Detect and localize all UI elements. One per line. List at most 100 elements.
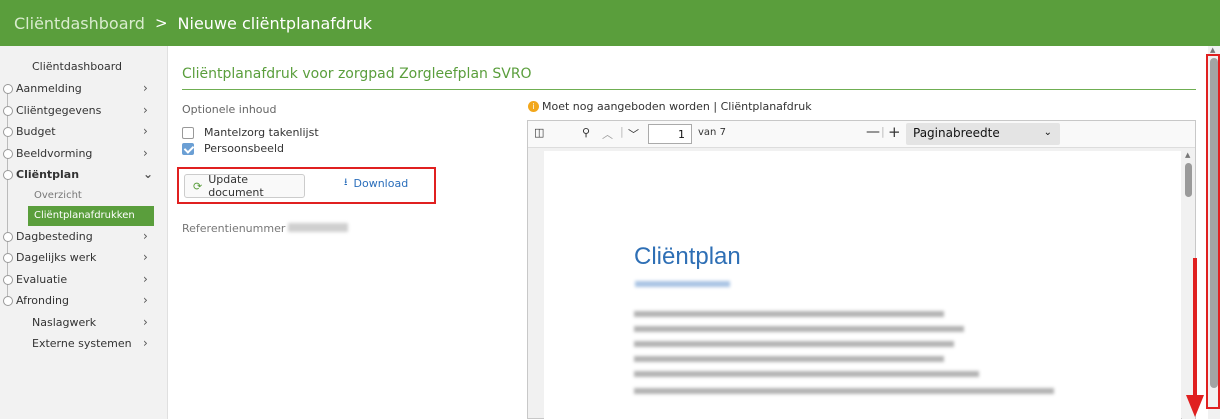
chevron-right-icon: › (143, 81, 148, 95)
breadcrumb-clientdashboard[interactable]: Cliëntdashboard (14, 14, 145, 33)
page-number-input[interactable]: 1 (648, 124, 692, 144)
download-icon: ⭳ (344, 177, 348, 188)
document-text-redacted (634, 326, 964, 332)
info-icon: i (528, 101, 539, 112)
sidebar-toggle-icon[interactable]: ◫ (534, 126, 544, 139)
step-circle-icon (3, 274, 13, 285)
step-circle-icon (3, 170, 13, 180)
sidebar-item-label: Naslagwerk (32, 315, 97, 329)
chevron-right-icon: › (143, 336, 148, 350)
status-notice-text: Moet nog aangeboden worden | Cliëntplana… (542, 100, 812, 113)
zoom-select-value: Paginabreedte (913, 126, 1000, 140)
breadcrumb-separator: > (154, 14, 168, 32)
update-document-label: Update document (208, 173, 264, 199)
refresh-icon: ⟳ (193, 179, 203, 193)
status-notice: i Moet nog aangeboden worden | Cliëntpla… (528, 100, 812, 113)
toolbar-divider: | (620, 125, 624, 138)
checkbox-label: Mantelzorg takenlijst (204, 126, 319, 139)
scroll-up-icon[interactable]: ▲ (1210, 46, 1215, 54)
sidebar-item-label: Budget (16, 125, 56, 139)
document-title: Cliëntplan (634, 243, 741, 270)
chevron-right-icon: › (143, 102, 148, 117)
optional-content-heading: Optionele inhoud (182, 103, 277, 116)
sidebar-item-budget[interactable]: Budget › (0, 121, 168, 143)
next-page-icon[interactable]: ﹀ (628, 126, 639, 142)
zoom-in-icon[interactable]: + (888, 123, 901, 141)
sidebar-item-label: Cliëntgegevens (16, 103, 102, 117)
pdf-scrollbar-thumb[interactable] (1185, 163, 1192, 197)
sidebar-item-label: Cliëntplan (16, 168, 80, 182)
sidebar-item-label: Externe systemen (32, 337, 132, 351)
prev-page-icon[interactable]: ︿ (602, 126, 613, 142)
sidebar-item-beeldvorming[interactable]: Beeldvorming › (0, 143, 168, 165)
sidebar-item-clientplan[interactable]: Cliëntplan ⌄ (0, 164, 168, 186)
chevron-down-icon: ⌄ (143, 167, 154, 181)
top-bar: Cliëntdashboard > Nieuwe cliëntplanafdru… (0, 0, 1220, 46)
annotation-scrollbar-frame (1206, 54, 1220, 409)
sidebar-item-externe-systemen[interactable]: Externe systemen › (0, 333, 168, 355)
step-circle-icon (3, 127, 13, 137)
sidebar-item-clientdashboard[interactable]: Cliëntdashboard (32, 60, 122, 73)
page-title: Cliëntplanafdruk voor zorgpad Zorgleefpl… (182, 66, 532, 82)
document-text-redacted (634, 311, 944, 317)
sidebar-item-dagelijks-werk[interactable]: Dagelijks werk › (0, 247, 168, 269)
sidebar-item-label: Evaluatie (16, 272, 68, 286)
annotation-arrow-down-icon (1186, 395, 1204, 417)
sidebar-item-evaluatie[interactable]: Evaluatie › (0, 269, 168, 291)
step-circle-icon (3, 148, 13, 159)
update-document-button[interactable]: ⟳ Update document (184, 173, 305, 199)
sidebar: Cliëntdashboard Aanmelding › Cliëntgegeve… (0, 46, 168, 419)
sidebar-item-label: Dagbesteding (16, 229, 93, 243)
step-circle-icon (3, 84, 13, 94)
sidebar-item-label: Beeldvorming (16, 146, 93, 160)
chevron-right-icon: › (143, 250, 148, 264)
pdf-toolbar: ◫ ⚲ ︿ | ﹀ 1 van 7 — | + Paginabreedte ⌄ (528, 121, 1195, 148)
chevron-right-icon: › (143, 124, 148, 138)
sidebar-subitem-overzicht[interactable]: Overzicht (0, 186, 168, 206)
sidebar-item-aanmelding[interactable]: Aanmelding › (0, 78, 168, 100)
chevron-right-icon: › (143, 228, 148, 243)
sidebar-item-afronding[interactable]: Afronding › (0, 290, 168, 312)
checkbox-row-persoonsbeeld[interactable]: Persoonsbeeld (182, 142, 284, 155)
document-text-redacted (634, 371, 979, 377)
zoom-select[interactable]: Paginabreedte ⌄ (906, 123, 1060, 145)
sidebar-item-dagbesteding[interactable]: Dagbesteding › (0, 226, 168, 248)
chevron-down-icon: ⌄ (1043, 127, 1052, 138)
toolbar-divider: | (881, 125, 885, 138)
annotation-arrow-shaft (1193, 258, 1197, 398)
document-text-redacted (634, 388, 1054, 394)
checkbox-row-mantelzorg[interactable]: Mantelzorg takenlijst (182, 126, 319, 139)
document-subtitle-redacted (635, 281, 730, 287)
sidebar-item-label: Aanmelding (16, 82, 82, 96)
download-label: Download (353, 177, 409, 190)
sidebar-item-label: Afronding (16, 294, 69, 308)
sidebar-subitem-clientplanafdrukken[interactable]: Cliëntplanafdrukken (28, 205, 154, 226)
download-link[interactable]: ⭳ Download (344, 175, 408, 192)
breadcrumb-current: Nieuwe cliëntplanafdruk (177, 13, 373, 33)
title-divider (182, 89, 1196, 90)
checkbox-label: Persoonsbeeld (204, 142, 284, 155)
chevron-right-icon: › (143, 271, 148, 286)
persoonsbeeld-checkbox[interactable] (182, 142, 194, 155)
step-circle-icon (3, 296, 13, 306)
zoom-out-icon[interactable]: — (866, 124, 880, 140)
document-text-redacted (634, 341, 954, 347)
search-icon[interactable]: ⚲ (582, 126, 590, 139)
step-circle-icon (3, 253, 13, 263)
pdf-viewer: ◫ ⚲ ︿ | ﹀ 1 van 7 — | + Paginabreedte ⌄ … (527, 120, 1196, 419)
pdf-page: Cliëntplan (544, 151, 1181, 419)
chevron-right-icon: › (143, 314, 148, 329)
step-circle-icon (3, 105, 13, 116)
sidebar-item-label: Dagelijks werk (16, 251, 97, 265)
document-text-redacted (634, 356, 944, 362)
page-total: van 7 (698, 127, 726, 138)
chevron-right-icon: › (143, 293, 148, 307)
reference-number-label: Referentienummer (182, 222, 286, 235)
sidebar-item-clientgegevens[interactable]: Cliëntgegevens › (0, 100, 168, 122)
reference-number-value-redacted (288, 223, 348, 232)
sidebar-item-naslagwerk[interactable]: Naslagwerk › (0, 312, 168, 334)
scroll-up-icon[interactable]: ▲ (1185, 151, 1190, 159)
mantelzorg-checkbox[interactable] (182, 126, 194, 139)
chevron-right-icon: › (143, 145, 148, 160)
step-circle-icon (3, 231, 13, 242)
